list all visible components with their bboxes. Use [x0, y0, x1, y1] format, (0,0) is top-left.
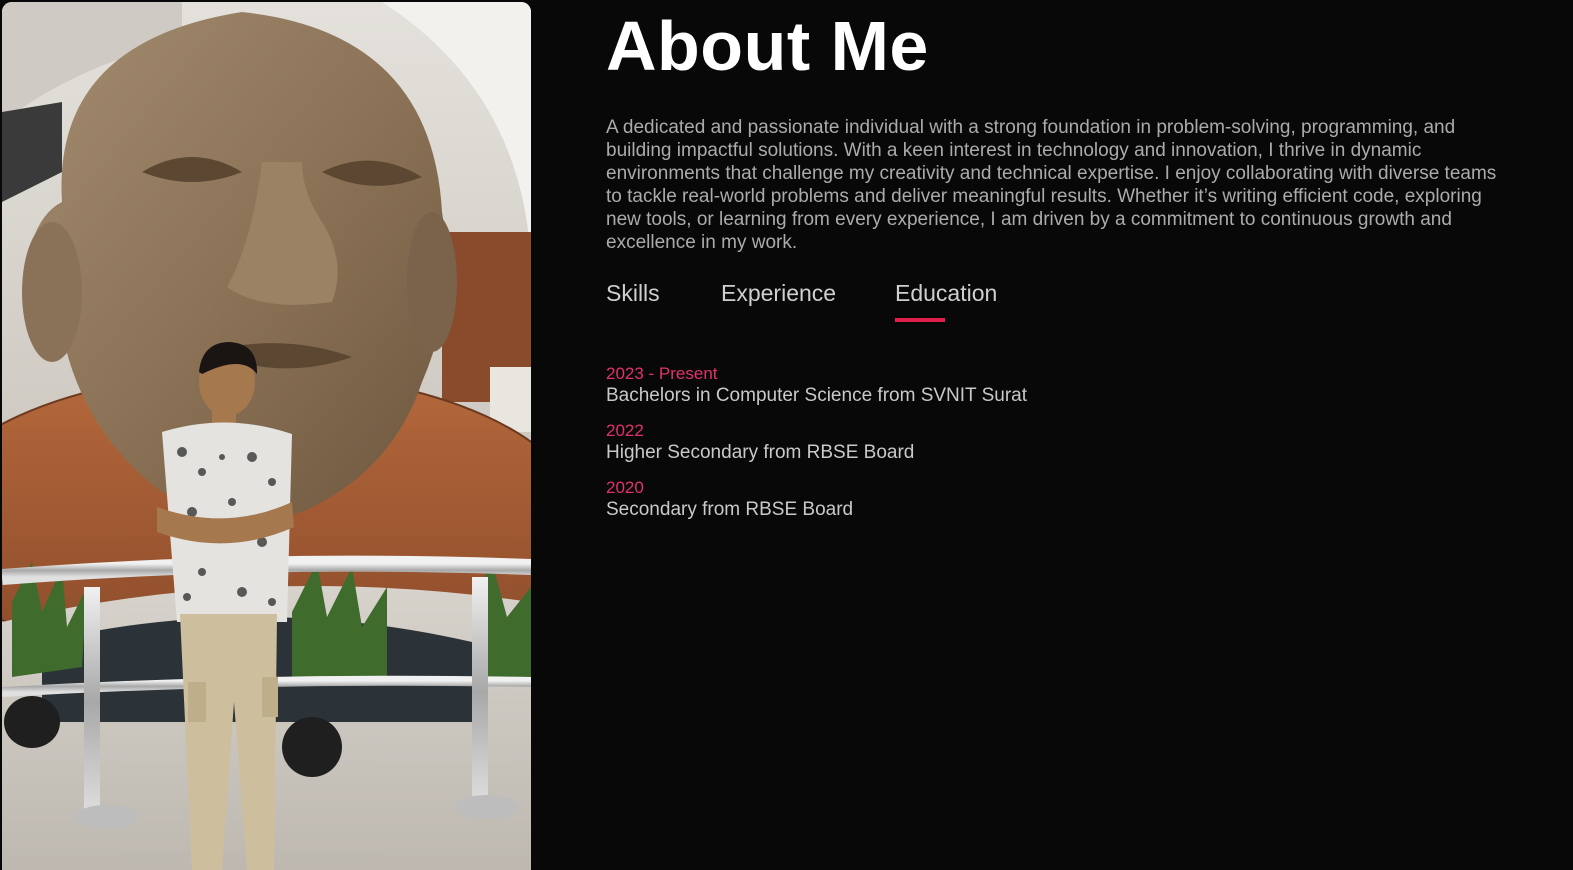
tab-skills-label: Skills [606, 280, 660, 306]
profile-photo-illustration [2, 2, 531, 870]
active-tab-underline [895, 318, 945, 322]
tab-experience[interactable]: Experience [721, 278, 895, 322]
bio-paragraph: A dedicated and passionate individual wi… [606, 117, 1497, 253]
about-section: About Me A dedicated and passionate indi… [0, 0, 1573, 870]
profile-photo [2, 2, 531, 870]
list-item: 2023 - Present Bachelors in Computer Sci… [606, 364, 1511, 408]
education-year: 2023 - Present [606, 364, 718, 383]
education-description: Bachelors in Computer Science from SVNIT… [606, 385, 1027, 406]
tab-education[interactable]: Education [895, 278, 1015, 322]
list-item: 2022 Higher Secondary from RBSE Board [606, 421, 1511, 465]
about-tabs: Skills Experience Education [606, 278, 1511, 322]
about-content: About Me A dedicated and passionate indi… [606, 0, 1511, 535]
page-title: About Me [606, 7, 929, 85]
tab-experience-label: Experience [721, 280, 837, 306]
education-list: 2023 - Present Bachelors in Computer Sci… [606, 364, 1511, 522]
education-year: 2022 [606, 421, 644, 440]
education-description: Higher Secondary from RBSE Board [606, 442, 915, 463]
list-item: 2020 Secondary from RBSE Board [606, 478, 1511, 522]
tab-skills[interactable]: Skills [606, 278, 721, 322]
education-description: Secondary from RBSE Board [606, 499, 854, 520]
tab-education-label: Education [895, 280, 998, 306]
education-year: 2020 [606, 478, 644, 497]
